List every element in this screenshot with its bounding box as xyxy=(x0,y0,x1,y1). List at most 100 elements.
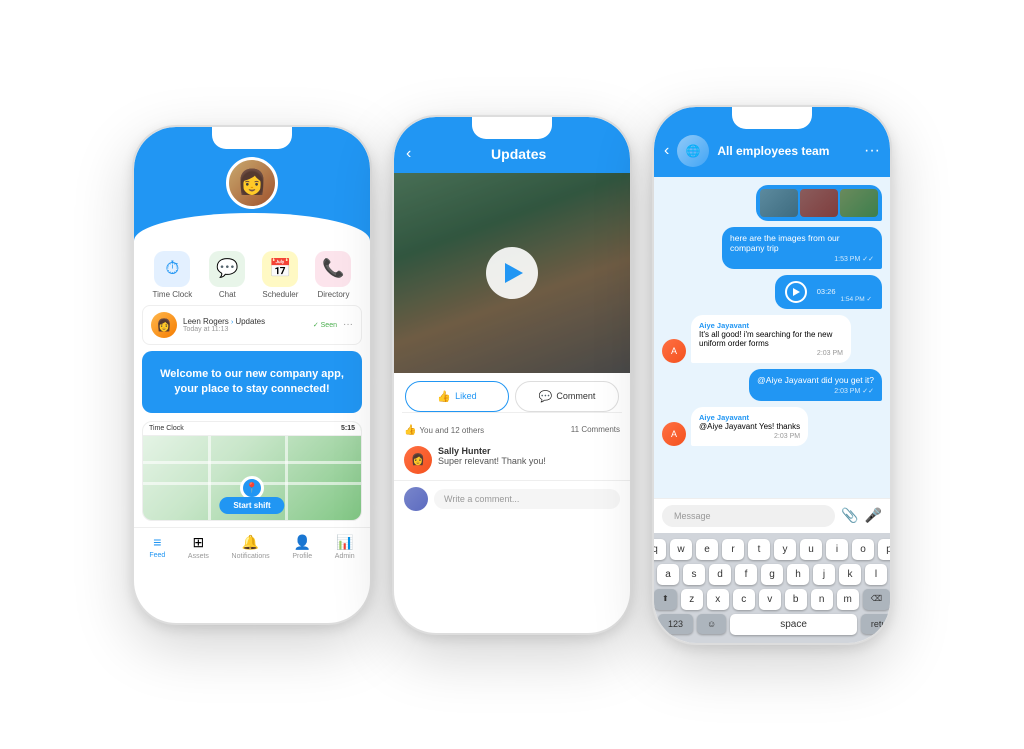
key-h[interactable]: h xyxy=(787,564,809,585)
notifications-nav-icon: 🔔 xyxy=(242,534,259,551)
p3-message-input-area: Message 📎 🎤 xyxy=(654,498,890,533)
sent-msg-1: here are the images from our company tri… xyxy=(722,227,882,269)
key-g[interactable]: g xyxy=(761,564,783,585)
p2-stats: 👍 You and 12 others 11 Comments xyxy=(394,421,630,440)
key-a[interactable]: a xyxy=(657,564,679,585)
comment-icon: 💬 xyxy=(539,390,553,403)
key-p[interactable]: p xyxy=(878,539,890,560)
sent-audio-bubble: 03:26 1:54 PM ✓ xyxy=(775,275,882,309)
directory-icon: 📞 xyxy=(315,251,351,287)
attach-icon[interactable]: 📎 xyxy=(841,507,858,524)
key-c[interactable]: c xyxy=(733,589,755,610)
bottom-nav: ≡ Feed ⊞ Assets 🔔 Notifications 👤 Profil… xyxy=(134,527,370,570)
p2-page-title: Updates xyxy=(419,146,618,162)
time-clock-icon-item[interactable]: ⏱ Time Clock xyxy=(153,251,193,299)
recv-msg-1: Aiye Jayavant It's all good! i'm searchi… xyxy=(691,315,851,363)
scheduler-label: Scheduler xyxy=(262,290,298,299)
p3-chat-area: here are the images from our company tri… xyxy=(654,177,890,498)
p3-back-button[interactable]: ‹ xyxy=(664,142,669,160)
key-t[interactable]: t xyxy=(748,539,770,560)
key-f[interactable]: f xyxy=(735,564,757,585)
shift-key[interactable]: ⬆ xyxy=(654,589,677,610)
nav-profile[interactable]: 👤 Profile xyxy=(292,534,312,560)
like-icon: 👍 xyxy=(437,390,451,403)
comments-count: 11 Comments xyxy=(571,425,620,436)
chat-icon-item[interactable]: 💬 Chat xyxy=(209,251,245,299)
key-q[interactable]: q xyxy=(654,539,666,560)
space-key[interactable]: space xyxy=(730,614,857,635)
mic-icon[interactable]: 🎤 xyxy=(865,507,882,524)
comment-item: 👩 Sally Hunter Super relevant! Thank you… xyxy=(394,440,630,480)
img-thumb-3 xyxy=(840,189,878,217)
p2-video-player[interactable] xyxy=(394,173,630,373)
time-clock-icon: ⏱ xyxy=(154,251,190,287)
scheduler-icon-item[interactable]: 📅 Scheduler xyxy=(262,251,298,299)
key-w[interactable]: w xyxy=(670,539,692,560)
p3-message-input[interactable]: Message xyxy=(662,505,835,527)
audio-play-button[interactable] xyxy=(785,281,807,303)
profile-nav-label: Profile xyxy=(292,553,312,560)
nav-assets[interactable]: ⊞ Assets xyxy=(188,534,209,560)
assets-nav-icon: ⊞ xyxy=(193,534,205,551)
feed-nav-icon: ≡ xyxy=(153,534,161,550)
time-clock-map[interactable]: Time Clock 5:15 📍 Start shift xyxy=(142,421,362,521)
recv-avatar-1: A xyxy=(662,339,686,363)
key-k[interactable]: k xyxy=(839,564,861,585)
feed-options-dots[interactable]: ··· xyxy=(343,319,353,330)
recv-msg-2-row: A Aiye Jayavant @Aiye Jayavant Yes! than… xyxy=(662,407,882,446)
key-b[interactable]: b xyxy=(785,589,807,610)
return-key[interactable]: return xyxy=(861,614,890,634)
key-m[interactable]: m xyxy=(837,589,859,610)
key-s[interactable]: s xyxy=(683,564,705,585)
key-y[interactable]: y xyxy=(774,539,796,560)
p1-user-avatar: 👩 xyxy=(226,157,278,209)
like-button[interactable]: 👍 Liked xyxy=(405,381,509,412)
key-u[interactable]: u xyxy=(800,539,822,560)
group-avatar: 🌐 xyxy=(677,135,709,167)
notch-2 xyxy=(472,117,552,139)
start-shift-button[interactable]: Start shift xyxy=(219,497,284,514)
key-j[interactable]: j xyxy=(813,564,835,585)
p2-actions: 👍 Liked 💬 Comment xyxy=(402,381,622,413)
admin-nav-icon: 📊 xyxy=(336,534,353,551)
admin-nav-label: Admin xyxy=(335,553,355,560)
key-z[interactable]: z xyxy=(681,589,703,610)
recv-sender-name-2: Aiye Jayavant xyxy=(699,413,800,422)
comment-text: Super relevant! Thank you! xyxy=(438,456,546,466)
directory-icon-item[interactable]: 📞 Directory xyxy=(315,251,351,299)
key-l[interactable]: l xyxy=(865,564,887,585)
chat-icon: 💬 xyxy=(209,251,245,287)
key-e[interactable]: e xyxy=(696,539,718,560)
key-r[interactable]: r xyxy=(722,539,744,560)
key-v[interactable]: v xyxy=(759,589,781,610)
num-key[interactable]: 123 xyxy=(658,614,693,634)
like-label: Liked xyxy=(455,391,477,401)
keyboard-bottom-row: 123 ☺ space return xyxy=(658,614,886,635)
p2-back-button[interactable]: ‹ xyxy=(406,145,411,163)
msg-images-row xyxy=(662,185,882,221)
nav-feed[interactable]: ≡ Feed xyxy=(149,534,165,560)
p1-icons-row: ⏱ Time Clock 💬 Chat 📅 Scheduler 📞 Direct… xyxy=(134,241,370,305)
nav-notifications[interactable]: 🔔 Notifications xyxy=(232,534,270,560)
play-button[interactable] xyxy=(486,247,538,299)
notch-1 xyxy=(212,127,292,149)
p3-options-button[interactable]: ··· xyxy=(864,142,880,160)
delete-key[interactable]: ⌫ xyxy=(863,589,890,610)
img-thumb-2 xyxy=(800,189,838,217)
write-comment-input[interactable]: Write a comment... xyxy=(434,489,620,509)
emoji-key[interactable]: ☺ xyxy=(697,614,726,634)
key-n[interactable]: n xyxy=(811,589,833,610)
keyboard-row-1: q w e r t y u i o p xyxy=(658,539,886,560)
key-i[interactable]: i xyxy=(826,539,848,560)
profile-nav-icon: 👤 xyxy=(294,534,311,551)
key-o[interactable]: o xyxy=(852,539,874,560)
comment-button[interactable]: 💬 Comment xyxy=(515,381,619,412)
feed-user-name: Leen Rogers › Updates xyxy=(183,317,265,326)
key-x[interactable]: x xyxy=(707,589,729,610)
feed-item[interactable]: 👩 Leen Rogers › Updates Today at 11:13 ✓… xyxy=(142,305,362,345)
key-d[interactable]: d xyxy=(709,564,731,585)
feed-seen: ✓ Seen xyxy=(313,321,337,329)
sent-msg-2-row: @Aiye Jayavant did you get it? 2:03 PM ✓… xyxy=(662,369,882,401)
notifications-nav-label: Notifications xyxy=(232,553,270,560)
nav-admin[interactable]: 📊 Admin xyxy=(335,534,355,560)
